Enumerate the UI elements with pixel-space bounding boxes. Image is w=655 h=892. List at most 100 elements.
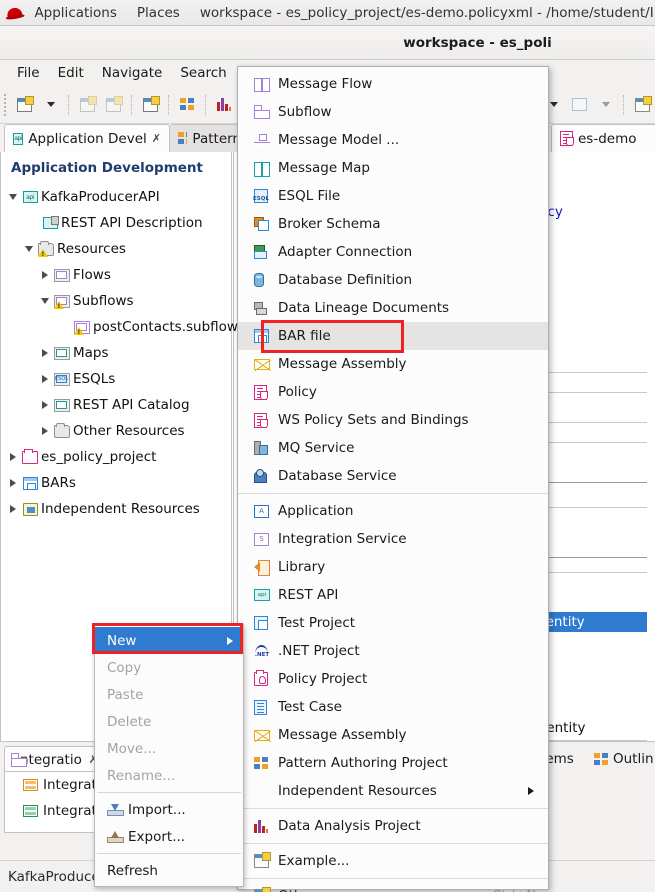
menu-edit[interactable]: Edit — [49, 63, 93, 83]
twisty-right-icon[interactable] — [37, 427, 53, 435]
menu-navigate[interactable]: Navigate — [93, 63, 172, 83]
tree-item-subflows[interactable]: Subflows — [1, 288, 231, 314]
pattern-authoring-button[interactable] — [175, 93, 199, 117]
tree-item-flows[interactable]: Flows — [1, 262, 231, 288]
library-icon — [254, 560, 276, 574]
context-menu-item-refresh[interactable]: Refresh — [95, 857, 243, 884]
close-icon[interactable]: ✗ — [152, 132, 161, 145]
tree-item-maps[interactable]: Maps — [1, 340, 231, 366]
new-menu-item-esql-file[interactable]: ESQL ESQL File — [238, 182, 548, 210]
menu-file[interactable]: File — [8, 63, 49, 83]
new-menu-item-bar-file[interactable]: BAR file — [238, 322, 548, 350]
new-menu-item-ws-policy-sets-and-bindings[interactable]: WS Policy Sets and Bindings — [238, 406, 548, 434]
forward-button[interactable] — [567, 93, 591, 117]
new-menu-item-pattern-authoring-project[interactable]: Pattern Authoring Project — [238, 749, 548, 777]
new-menu-item-database-service[interactable]: Database Service — [238, 462, 548, 490]
new-menu-item-data-analysis-project[interactable]: Data Analysis Project — [238, 812, 548, 840]
context-menu-item-move[interactable]: Move... — [95, 735, 243, 762]
folder-warning-icon — [37, 243, 55, 256]
tree-item-postcontacts-subflow[interactable]: postContacts.subflow — [1, 314, 231, 340]
new-submenu[interactable]: Message Flow Subflow Message Model ... M… — [237, 66, 549, 890]
new-pattern-button[interactable] — [138, 93, 162, 117]
context-menu-item-rename[interactable]: Rename... — [95, 762, 243, 789]
new-menu-item-data-lineage-documents[interactable]: Data Lineage Documents — [238, 294, 548, 322]
tree-item-independent-resources[interactable]: Independent Resources — [1, 496, 231, 522]
menu-item-label: Test Case — [276, 699, 342, 715]
editor-divider — [534, 557, 647, 558]
new-menu-item-message-assembly[interactable]: Message Assembly — [238, 350, 548, 378]
tree-item-kafkaproducerapi[interactable]: api KafkaProducerAPI — [1, 184, 231, 210]
applications-menu[interactable]: Applications — [24, 0, 126, 26]
forward-dropdown-arrow[interactable] — [593, 93, 617, 117]
places-menu[interactable]: Places — [127, 0, 190, 26]
new-menu-item-message-assembly-2[interactable]: Message Assembly — [238, 721, 548, 749]
twisty-down-icon[interactable] — [5, 194, 21, 200]
new-menu-item-rest-api[interactable]: api REST API — [238, 581, 548, 609]
save-all-button[interactable] — [101, 93, 125, 117]
tree-item-esqls[interactable]: ESQL ESQLs — [1, 366, 231, 392]
new-menu-item-broker-schema[interactable]: Broker Schema — [238, 210, 548, 238]
new-menu-item-subflow[interactable]: Subflow — [238, 98, 548, 126]
context-menu-item-delete[interactable]: Delete — [95, 708, 243, 735]
menu-item-label: Library — [276, 559, 325, 575]
twisty-right-icon[interactable] — [37, 349, 53, 357]
new-menu-item-message-map[interactable]: Message Map — [238, 154, 548, 182]
editor-selected-row[interactable]: dentity — [534, 612, 647, 632]
tab-integration-nodes[interactable]: Integratio ✗ — [4, 746, 104, 772]
new-menu-item-database-definition[interactable]: Database Definition — [238, 266, 548, 294]
save-button[interactable] — [75, 93, 99, 117]
tree-item-es-policy-project[interactable]: es_policy_project — [1, 444, 231, 470]
context-menu-item-import[interactable]: Import... — [95, 796, 243, 823]
new-menu-item-adapter-connection[interactable]: Adapter Connection — [238, 238, 548, 266]
new-menu-item-dotnet-project[interactable]: .NET .NET Project — [238, 637, 548, 665]
twisty-right-icon[interactable] — [37, 271, 53, 279]
new-menu-item-application[interactable]: A Application — [238, 497, 548, 525]
tree-item-rest-api-description[interactable]: REST API Description — [1, 210, 231, 236]
message-assembly-icon — [254, 730, 276, 741]
new-menu-item-example[interactable]: Example... — [238, 847, 548, 875]
new-menu-item-library[interactable]: Library — [238, 553, 548, 581]
tab-es-demo[interactable]: es-demo — [551, 124, 655, 152]
debug-button[interactable] — [212, 93, 236, 117]
data-analysis-icon — [254, 820, 276, 833]
context-menu[interactable]: New Copy Paste Delete Move... Rename... … — [94, 624, 244, 887]
context-menu-item-paste[interactable]: Paste — [95, 681, 243, 708]
twisty-down-icon[interactable] — [37, 298, 53, 304]
new-menu-item-independent-resources[interactable]: Independent Resources — [238, 777, 548, 805]
twisty-right-icon[interactable] — [5, 479, 21, 487]
tree-item-rest-api-catalog[interactable]: REST API Catalog — [1, 392, 231, 418]
context-menu-item-export[interactable]: Export... — [95, 823, 243, 850]
new-menu-item-policy-project[interactable]: Policy Project — [238, 665, 548, 693]
new-menu-item-message-model[interactable]: Message Model ... — [238, 126, 548, 154]
tab-outline[interactable]: Outlin — [588, 746, 655, 772]
twisty-down-icon[interactable] — [21, 246, 37, 252]
open-perspective-button[interactable] — [630, 93, 654, 117]
menu-search[interactable]: Search — [171, 63, 235, 83]
context-menu-item-new[interactable]: New — [95, 627, 243, 654]
new-menu-item-test-case[interactable]: Test Case — [238, 693, 548, 721]
toolbar-grip[interactable] — [4, 94, 8, 116]
fedora-logo-icon[interactable] — [4, 2, 24, 24]
integration-service-icon: S — [254, 533, 276, 546]
new-menu-item-message-flow[interactable]: Message Flow — [238, 70, 548, 98]
project-tree[interactable]: api KafkaProducerAPI REST API Descriptio… — [1, 180, 231, 522]
new-menu-item-test-project[interactable]: Test Project — [238, 609, 548, 637]
new-menu-item-mq-service[interactable]: MQ Service — [238, 434, 548, 462]
twisty-right-icon[interactable] — [5, 453, 21, 461]
tree-item-bars[interactable]: BARs — [1, 470, 231, 496]
context-menu-item-copy[interactable]: Copy — [95, 654, 243, 681]
new-menu-item-integration-service[interactable]: S Integration Service — [238, 525, 548, 553]
new-menu-separator — [238, 843, 548, 844]
tab-application-development[interactable]: api Application Devel ✗ — [4, 124, 170, 152]
tree-item-other-resources[interactable]: Other Resources — [1, 418, 231, 444]
new-dropdown-arrow[interactable] — [38, 93, 62, 117]
tree-item-resources[interactable]: Resources — [1, 236, 231, 262]
twisty-right-icon[interactable] — [37, 375, 53, 383]
twisty-right-icon[interactable] — [37, 401, 53, 409]
new-button[interactable] — [12, 93, 36, 117]
test-case-icon — [254, 700, 276, 715]
new-menu-item-policy[interactable]: Policy — [238, 378, 548, 406]
twisty-right-icon[interactable] — [5, 505, 21, 513]
gnome-window-title[interactable]: workspace - es_policy_project/es-demo.po… — [190, 0, 655, 26]
new-menu-item-other[interactable]: Other... Ctrl+N — [238, 882, 548, 892]
